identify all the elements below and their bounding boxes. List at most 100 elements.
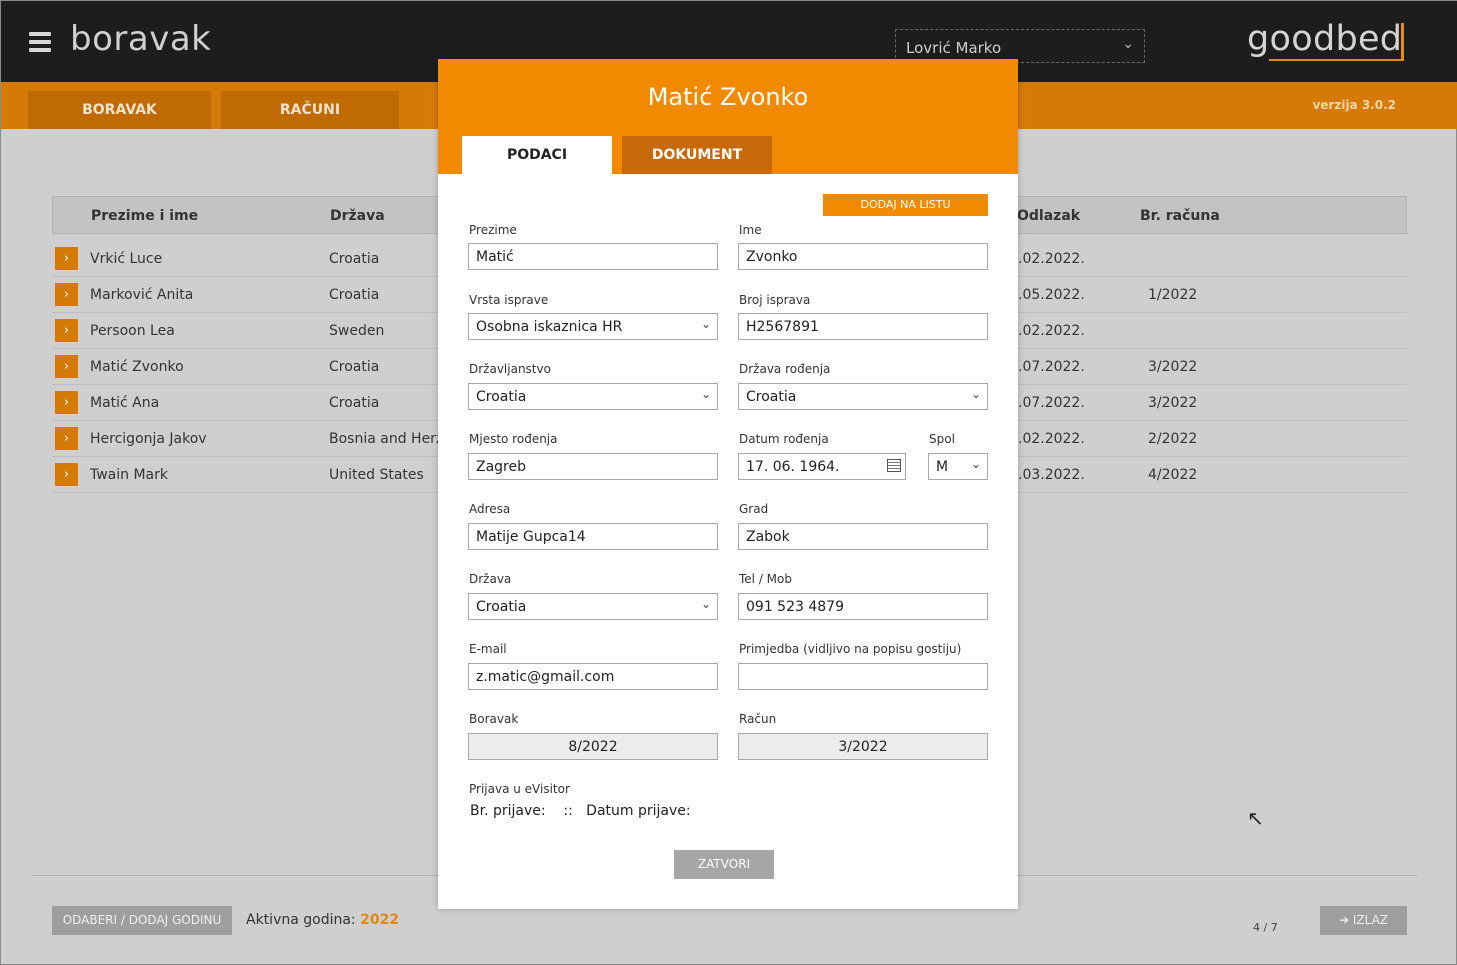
- active-year-label: Aktivna godina:: [246, 912, 356, 928]
- chevron-down-icon: ⌄: [700, 387, 711, 401]
- invoice-label: Račun: [739, 712, 777, 726]
- doc-number-label: Broj isprava: [739, 293, 811, 307]
- row-name: Persoon Lea: [90, 323, 175, 339]
- expand-arrow-icon[interactable]: ›: [55, 427, 78, 450]
- logo-bar: [1401, 23, 1404, 61]
- row-departure: .07.2022.: [1018, 395, 1085, 411]
- tab-dokument[interactable]: DOKUMENT: [622, 136, 772, 174]
- user-select[interactable]: Lovrić Marko ⌄: [895, 29, 1145, 63]
- birth-date-label: Datum rođenja: [739, 432, 829, 446]
- gender-select[interactable]: M ⌄: [928, 453, 988, 480]
- row-invoice: 4/2022: [1148, 467, 1198, 483]
- row-invoice: 3/2022: [1148, 359, 1198, 375]
- row-country: Croatia: [329, 359, 380, 375]
- expand-arrow-icon[interactable]: ›: [55, 283, 78, 306]
- chevron-down-icon: ⌄: [970, 457, 981, 471]
- row-country: United States: [329, 467, 424, 483]
- note-field[interactable]: [738, 663, 988, 690]
- menu-icon[interactable]: [29, 32, 51, 52]
- row-country: Croatia: [329, 395, 380, 411]
- calendar-icon[interactable]: [887, 459, 901, 472]
- expand-arrow-icon[interactable]: ›: [55, 463, 78, 486]
- expand-arrow-icon[interactable]: ›: [55, 319, 78, 342]
- arrow-right-icon: ➔: [1338, 913, 1350, 927]
- dialog-title: Matić Zvonko: [647, 83, 809, 111]
- birth-place-field[interactable]: Zagreb: [468, 453, 718, 480]
- chevron-down-icon: ⌄: [700, 317, 711, 331]
- row-departure: .05.2022.: [1018, 287, 1085, 303]
- row-departure: .02.2022.: [1018, 323, 1085, 339]
- address-field[interactable]: Matije Gupca14: [468, 523, 718, 550]
- chevron-down-icon: ⌄: [700, 597, 711, 611]
- dialog-header: Matić Zvonko PODACI DOKUMENT: [438, 59, 1018, 174]
- select-year-button[interactable]: ODABERI / DODAJ GODINU: [52, 906, 232, 935]
- logo: goodbed: [1247, 19, 1403, 59]
- row-country: Croatia: [329, 251, 380, 267]
- surname-field[interactable]: Matić: [468, 243, 718, 270]
- name-label: Ime: [739, 223, 762, 237]
- phone-label: Tel / Mob: [739, 572, 792, 586]
- row-name: Twain Mark: [90, 467, 168, 483]
- invoice-field: 3/2022: [738, 733, 988, 760]
- tab-boravak[interactable]: BORAVAK: [28, 91, 211, 129]
- birth-date-field[interactable]: 17. 06. 1964.: [738, 453, 906, 480]
- citizenship-value: Croatia: [476, 389, 527, 405]
- phone-field[interactable]: 091 523 4879: [738, 593, 988, 620]
- active-year: Aktivna godina: 2022: [246, 912, 399, 928]
- expand-arrow-icon[interactable]: ›: [55, 391, 78, 414]
- row-invoice: 3/2022: [1148, 395, 1198, 411]
- row-departure: .02.2022.: [1018, 251, 1085, 267]
- stay-field: 8/2022: [468, 733, 718, 760]
- name-field[interactable]: Zvonko: [738, 243, 988, 270]
- logo-underline: [1269, 59, 1404, 61]
- add-to-list-button[interactable]: DODAJ NA LISTU: [823, 194, 988, 216]
- exit-button[interactable]: ➔ IZLAZ: [1320, 906, 1407, 935]
- birth-country-select[interactable]: Croatia ⌄: [738, 383, 988, 410]
- column-name: Prezime i ime: [91, 208, 199, 224]
- column-invoice: Br. računa: [1140, 208, 1220, 224]
- birth-date-value: 17. 06. 1964.: [746, 459, 840, 475]
- surname-label: Prezime: [469, 223, 517, 237]
- row-country: Sweden: [329, 323, 385, 339]
- user-select-value: Lovrić Marko: [906, 39, 1002, 57]
- expand-arrow-icon[interactable]: ›: [55, 247, 78, 270]
- doc-type-label: Vrsta isprave: [469, 293, 549, 307]
- birth-country-value: Croatia: [746, 389, 797, 405]
- expand-arrow-icon[interactable]: ›: [55, 355, 78, 378]
- mouse-cursor-icon: ↖: [1247, 806, 1264, 830]
- citizenship-label: Državljanstvo: [469, 362, 551, 376]
- doc-type-select[interactable]: Osobna iskaznica HR ⌄: [468, 313, 718, 340]
- row-invoice: 2/2022: [1148, 431, 1198, 447]
- email-label: E-mail: [469, 642, 507, 656]
- close-button[interactable]: ZATVORI: [674, 850, 774, 879]
- row-name: Vrkić Luce: [90, 251, 163, 267]
- row-name: Hercigonja Jakov: [90, 431, 207, 447]
- row-name: Matić Zvonko: [90, 359, 184, 375]
- evisitor-status: Br. prijave: :: Datum prijave:: [470, 803, 691, 819]
- chevron-down-icon: ⌄: [1122, 36, 1134, 52]
- version-label: verzija 3.0.2: [1312, 98, 1396, 112]
- birth-place-label: Mjesto rođenja: [469, 432, 558, 446]
- chevron-down-icon: ⌄: [970, 387, 981, 401]
- city-label: Grad: [739, 502, 769, 516]
- citizenship-select[interactable]: Croatia ⌄: [468, 383, 718, 410]
- tab-podaci[interactable]: PODACI: [462, 136, 612, 174]
- row-departure: .02.2022.: [1018, 431, 1085, 447]
- address-label: Adresa: [469, 502, 511, 516]
- column-country: Država: [330, 208, 385, 224]
- note-label: Primjedba (vidljivo na popisu gostiju): [739, 642, 962, 656]
- stay-label: Boravak: [469, 712, 519, 726]
- country-label: Država: [469, 572, 512, 586]
- email-field[interactable]: z.matic@gmail.com: [468, 663, 718, 690]
- city-field[interactable]: Zabok: [738, 523, 988, 550]
- country-value: Croatia: [476, 599, 527, 615]
- column-departure: Odlazak: [1017, 208, 1081, 224]
- row-departure: .03.2022.: [1018, 467, 1085, 483]
- row-name: Marković Anita: [90, 287, 194, 303]
- doc-number-field[interactable]: H2567891: [738, 313, 988, 340]
- country-select[interactable]: Croatia ⌄: [468, 593, 718, 620]
- exit-label: IZLAZ: [1352, 913, 1389, 927]
- tab-racuni[interactable]: RAČUNI: [221, 91, 399, 129]
- gender-label: Spol: [929, 432, 955, 446]
- row-departure: .07.2022.: [1018, 359, 1085, 375]
